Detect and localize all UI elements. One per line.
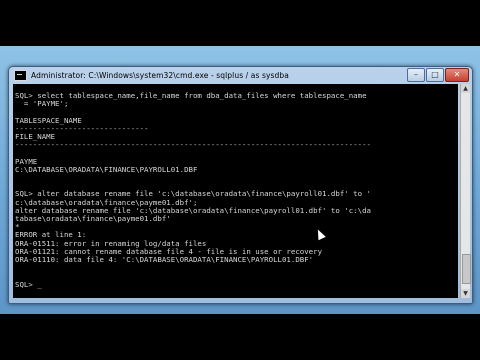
console-line: ORA-01110: data file 4: 'C:\DATABASE\ORA… (15, 254, 314, 264)
minimize-button[interactable]: – (407, 68, 425, 82)
console-line (13, 174, 458, 182)
vertical-scrollbar[interactable]: ▲ ▼ (460, 84, 471, 298)
scroll-up-arrow-icon[interactable]: ▲ (461, 84, 470, 93)
window-titlebar[interactable]: Administrator: C:\Windows\system32\cmd.e… (9, 67, 472, 84)
console-line: = 'PAYME'; (15, 99, 69, 109)
maximize-button[interactable]: □ (426, 68, 444, 82)
console-line: ----------------------------------------… (15, 140, 371, 150)
console-line: ------------------------------ (15, 123, 149, 133)
close-button[interactable]: ✕ (445, 68, 469, 82)
console-line (13, 150, 458, 158)
cmd-window[interactable]: Administrator: C:\Windows\system32\cmd.e… (8, 66, 473, 304)
window-title: Administrator: C:\Windows\system32\cmd.e… (31, 71, 289, 80)
cmd-icon (14, 70, 27, 81)
console-line: SQL> select tablespace_name,file_name fr… (15, 91, 367, 101)
window-controls: – □ ✕ (407, 68, 469, 82)
console-line (13, 264, 458, 272)
console-output[interactable]: SQL> select tablespace_name,file_name fr… (13, 84, 458, 298)
console-line (13, 272, 458, 280)
scrollbar-thumb[interactable] (462, 254, 471, 284)
console-line: tabase\oradata\finance\payme01.dbf' (15, 214, 171, 223)
scroll-down-arrow-icon[interactable]: ▼ (461, 289, 470, 298)
console-line: C:\DATABASE\ORADATA\FINANCE\PAYROLL01.DB… (15, 164, 198, 174)
console-prompt[interactable]: SQL> _ (13, 280, 458, 289)
